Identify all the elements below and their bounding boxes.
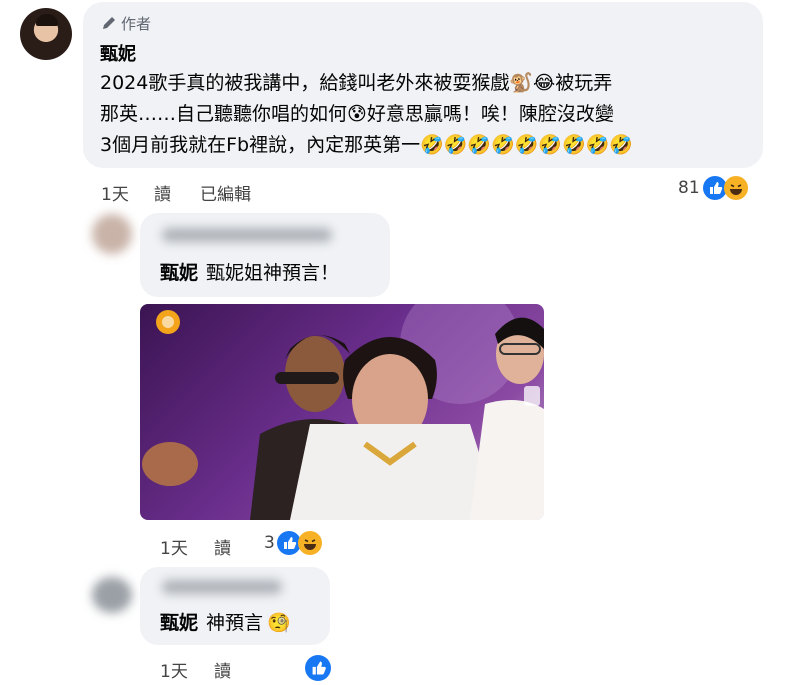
author-name[interactable]: 甄妮	[100, 40, 136, 66]
reply1-body: 甄妮姐神預言！	[206, 262, 340, 284]
video-frame	[142, 304, 544, 520]
haha-icon	[723, 176, 748, 200]
reply1-read-button[interactable]: 讀	[214, 534, 231, 559]
monkey-emoji: 🐒	[509, 72, 534, 94]
reply2-name-redacted	[162, 580, 282, 594]
read-button[interactable]: 讀	[154, 180, 171, 205]
reply2-avatar[interactable]	[92, 577, 132, 613]
laugh-tears-emoji: 😂	[533, 72, 556, 94]
video-thumbnail[interactable]	[140, 304, 544, 520]
reply1-avatar[interactable]	[92, 214, 132, 254]
edited-label[interactable]: 已編輯	[200, 180, 251, 205]
reply2-text: 甄妮 神預言 🧐	[160, 608, 291, 635]
rofl-emoji: 🤣🤣🤣🤣🤣🤣🤣🤣🤣	[420, 134, 634, 156]
reply2-read-button[interactable]: 讀	[214, 657, 231, 682]
thinking-monocle-emoji: 🧐	[267, 612, 291, 634]
reply1-tag[interactable]: 甄妮	[160, 262, 198, 284]
haha-icon	[297, 531, 322, 555]
post-text-line-1: 2024歌手真的被我講中，給錢叫老外來被耍猴戲🐒😂被玩弄	[100, 72, 613, 94]
reply2-tag[interactable]: 甄妮	[160, 612, 198, 634]
reply1-time[interactable]: 1天	[160, 534, 188, 559]
pencil-icon	[103, 17, 115, 29]
post-text-line-2: 那英……自己聽聽你唱的如何😰好意思贏嗎！唉！陳腔沒改變	[100, 103, 614, 125]
reply1-name-redacted	[162, 228, 332, 242]
post-text: 2024歌手真的被我講中，給錢叫老外來被耍猴戲🐒😂被玩弄 那英……自己聽聽你唱的…	[100, 68, 750, 161]
reply1-text: 甄妮 甄妮姐神預言！	[160, 258, 339, 285]
reply2-time[interactable]: 1天	[160, 657, 188, 682]
anxious-sweat-emoji: 😰	[347, 103, 367, 125]
post-reactions[interactable]: 81	[678, 176, 748, 200]
reply1-reaction-count: 3	[264, 533, 275, 553]
reply2-like-icon-wrap[interactable]	[305, 655, 331, 685]
author-badge-label: 作者	[121, 14, 152, 33]
post-time[interactable]: 1天	[101, 180, 129, 205]
post-text-line-3: 3個月前我就在Fb裡說，內定那英第一🤣🤣🤣🤣🤣🤣🤣🤣🤣	[100, 134, 634, 156]
like-icon	[305, 655, 331, 681]
reaction-count: 81	[678, 178, 700, 198]
author-badge: 作者	[101, 12, 151, 34]
reply1-reactions[interactable]: 3	[264, 531, 322, 555]
author-avatar[interactable]	[20, 8, 72, 60]
reply2-body: 神預言	[206, 612, 264, 634]
